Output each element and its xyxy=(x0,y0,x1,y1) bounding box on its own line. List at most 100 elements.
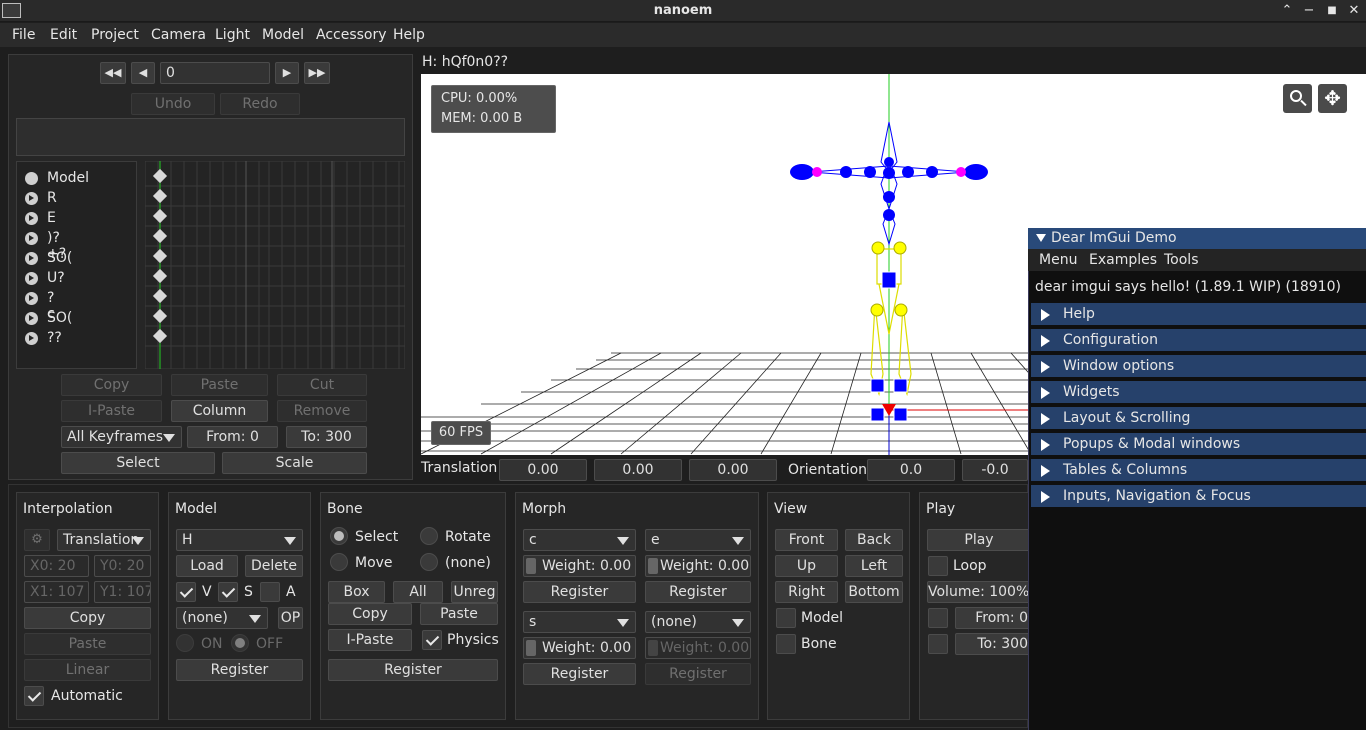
slider-grab[interactable] xyxy=(526,558,536,574)
imgui-header-layout-scrolling[interactable]: Layout & Scrolling xyxy=(1031,407,1366,429)
copy-keyframe-button[interactable]: Copy xyxy=(61,374,162,396)
morph-eye-weight-slider[interactable]: Weight: 0.00 xyxy=(523,555,636,577)
move-radio[interactable] xyxy=(330,553,348,571)
imgui-menu-tools[interactable]: Tools xyxy=(1164,252,1199,268)
interpolation-type-select[interactable]: Translation xyxy=(57,529,151,551)
close-icon[interactable]: ✕ xyxy=(1343,1,1365,21)
cut-keyframe-button[interactable]: Cut xyxy=(277,374,367,396)
first-frame-button[interactable]: ◀◀ xyxy=(100,62,126,84)
slider-grab[interactable] xyxy=(648,640,658,656)
on-radio[interactable] xyxy=(176,634,194,652)
last-frame-button[interactable]: ▶▶ xyxy=(304,62,330,84)
scale-button[interactable]: Scale xyxy=(222,452,367,474)
shadow-checkbox[interactable] xyxy=(218,582,238,602)
play-from-field[interactable]: From: 0 xyxy=(955,607,1031,629)
morph-other-register-button[interactable]: Register xyxy=(645,663,751,685)
automatic-checkbox[interactable] xyxy=(24,686,44,706)
play-to-field[interactable]: To: 300 xyxy=(955,633,1031,655)
model-select[interactable]: H xyxy=(176,529,303,551)
x0-input[interactable]: X0: 20 xyxy=(24,555,89,577)
imgui-title-bar[interactable]: Dear ImGui Demo xyxy=(1028,228,1366,249)
keyframe-filter-select[interactable]: All Keyframes xyxy=(61,426,182,448)
y0-input[interactable]: Y0: 20 xyxy=(94,555,151,577)
imgui-header-widgets[interactable]: Widgets xyxy=(1031,381,1366,403)
show-model-checkbox[interactable] xyxy=(776,608,796,628)
expand-arrow-icon[interactable] xyxy=(25,332,38,345)
from-frame-field[interactable]: From: 0 xyxy=(187,426,278,448)
view-bottom-button[interactable]: Bottom xyxy=(845,581,903,603)
volume-slider[interactable]: Volume: 100% xyxy=(927,581,1031,603)
view-front-button[interactable]: Front xyxy=(775,529,838,551)
imgui-header-tables-columns[interactable]: Tables & Columns xyxy=(1031,459,1366,481)
op-button[interactable]: OP xyxy=(278,607,303,629)
gear-icon[interactable]: ⚙ xyxy=(24,529,50,551)
rotate-radio[interactable] xyxy=(420,527,438,545)
minimize-icon[interactable]: − xyxy=(1298,1,1320,21)
view-back-button[interactable]: Back xyxy=(845,529,903,551)
expand-arrow-icon[interactable] xyxy=(25,232,38,245)
menu-edit[interactable]: Edit xyxy=(50,26,77,44)
menu-light[interactable]: Light xyxy=(215,26,250,44)
expand-arrow-icon[interactable] xyxy=(25,312,38,325)
play-button[interactable]: Play xyxy=(927,529,1031,551)
morph-eye-select[interactable]: c xyxy=(523,529,636,551)
morph-eyebrow-register-button[interactable]: Register xyxy=(523,663,636,685)
view-right-button[interactable]: Right xyxy=(775,581,838,603)
interpolation-paste-button[interactable]: Paste xyxy=(24,633,151,655)
expand-arrow-icon[interactable] xyxy=(25,252,38,265)
frame-input[interactable]: 0 xyxy=(160,62,270,84)
column-button[interactable]: Column xyxy=(171,400,268,422)
translation-x-input[interactable]: 0.00 xyxy=(499,459,587,481)
slider-grab[interactable] xyxy=(648,558,658,574)
imgui-menu-examples[interactable]: Examples xyxy=(1089,252,1157,268)
imgui-header-configuration[interactable]: Configuration xyxy=(1031,329,1366,351)
translation-z-input[interactable]: 0.00 xyxy=(689,459,777,481)
play-from-checkbox[interactable] xyxy=(928,608,948,628)
show-bone-checkbox[interactable] xyxy=(776,634,796,654)
to-frame-field[interactable]: To: 300 xyxy=(286,426,367,448)
linear-button[interactable]: Linear xyxy=(24,659,151,681)
morph-eyebrow-select[interactable]: s xyxy=(523,611,636,633)
slider-grab[interactable] xyxy=(526,640,536,656)
collapse-triangle-icon[interactable] xyxy=(1036,234,1046,242)
imgui-header-inputs-navigation[interactable]: Inputs, Navigation & Focus xyxy=(1031,485,1366,507)
addblend-checkbox[interactable] xyxy=(260,582,280,602)
menu-accessory[interactable]: Accessory xyxy=(316,26,387,44)
keyframe-grid[interactable] xyxy=(145,161,405,369)
imgui-header-popups-modal[interactable]: Popups & Modal windows xyxy=(1031,433,1366,455)
bone-paste-button[interactable]: Paste xyxy=(420,603,498,625)
undo-button[interactable]: Undo xyxy=(131,93,215,115)
interpolation-copy-button[interactable]: Copy xyxy=(24,607,151,629)
bone-ipaste-button[interactable]: I-Paste xyxy=(328,629,412,651)
bone-copy-button[interactable]: Copy xyxy=(328,603,412,625)
visible-checkbox[interactable] xyxy=(176,582,196,602)
imgui-menu-menu[interactable]: Menu xyxy=(1039,252,1077,268)
select-button[interactable]: Select xyxy=(61,452,215,474)
menu-camera[interactable]: Camera xyxy=(151,26,206,44)
view-left-button[interactable]: Left xyxy=(845,555,903,577)
select-radio[interactable] xyxy=(330,527,348,545)
off-radio[interactable] xyxy=(231,634,249,652)
next-frame-button[interactable]: ▶ xyxy=(275,62,299,84)
unregister-button[interactable]: Unreg xyxy=(451,581,498,603)
imgui-header-help[interactable]: Help xyxy=(1031,303,1366,325)
model-register-button[interactable]: Register xyxy=(176,659,303,681)
maximize-icon[interactable]: ■ xyxy=(1321,1,1343,21)
ipaste-keyframe-button[interactable]: I-Paste xyxy=(61,400,162,422)
redo-button[interactable]: Redo xyxy=(220,93,300,115)
morph-eyebrow-weight-slider[interactable]: Weight: 0.00 xyxy=(523,637,636,659)
menu-project[interactable]: Project xyxy=(91,26,139,44)
orientation-y-input[interactable]: -0.0 xyxy=(962,459,1028,481)
menu-model[interactable]: Model xyxy=(262,26,304,44)
bone-register-button[interactable]: Register xyxy=(328,659,498,681)
select-all-button[interactable]: All xyxy=(393,581,443,603)
outside-parent-select[interactable]: (none) xyxy=(176,607,268,629)
collapse-icon[interactable]: ⌃ xyxy=(1276,1,1298,21)
expand-arrow-icon[interactable] xyxy=(25,192,38,205)
delete-model-button[interactable]: Delete xyxy=(245,555,303,577)
paste-keyframe-button[interactable]: Paste xyxy=(171,374,268,396)
morph-lip-select[interactable]: e xyxy=(645,529,751,551)
morph-eye-register-button[interactable]: Register xyxy=(523,581,636,603)
load-model-button[interactable]: Load xyxy=(176,555,238,577)
menu-file[interactable]: File xyxy=(12,26,35,44)
